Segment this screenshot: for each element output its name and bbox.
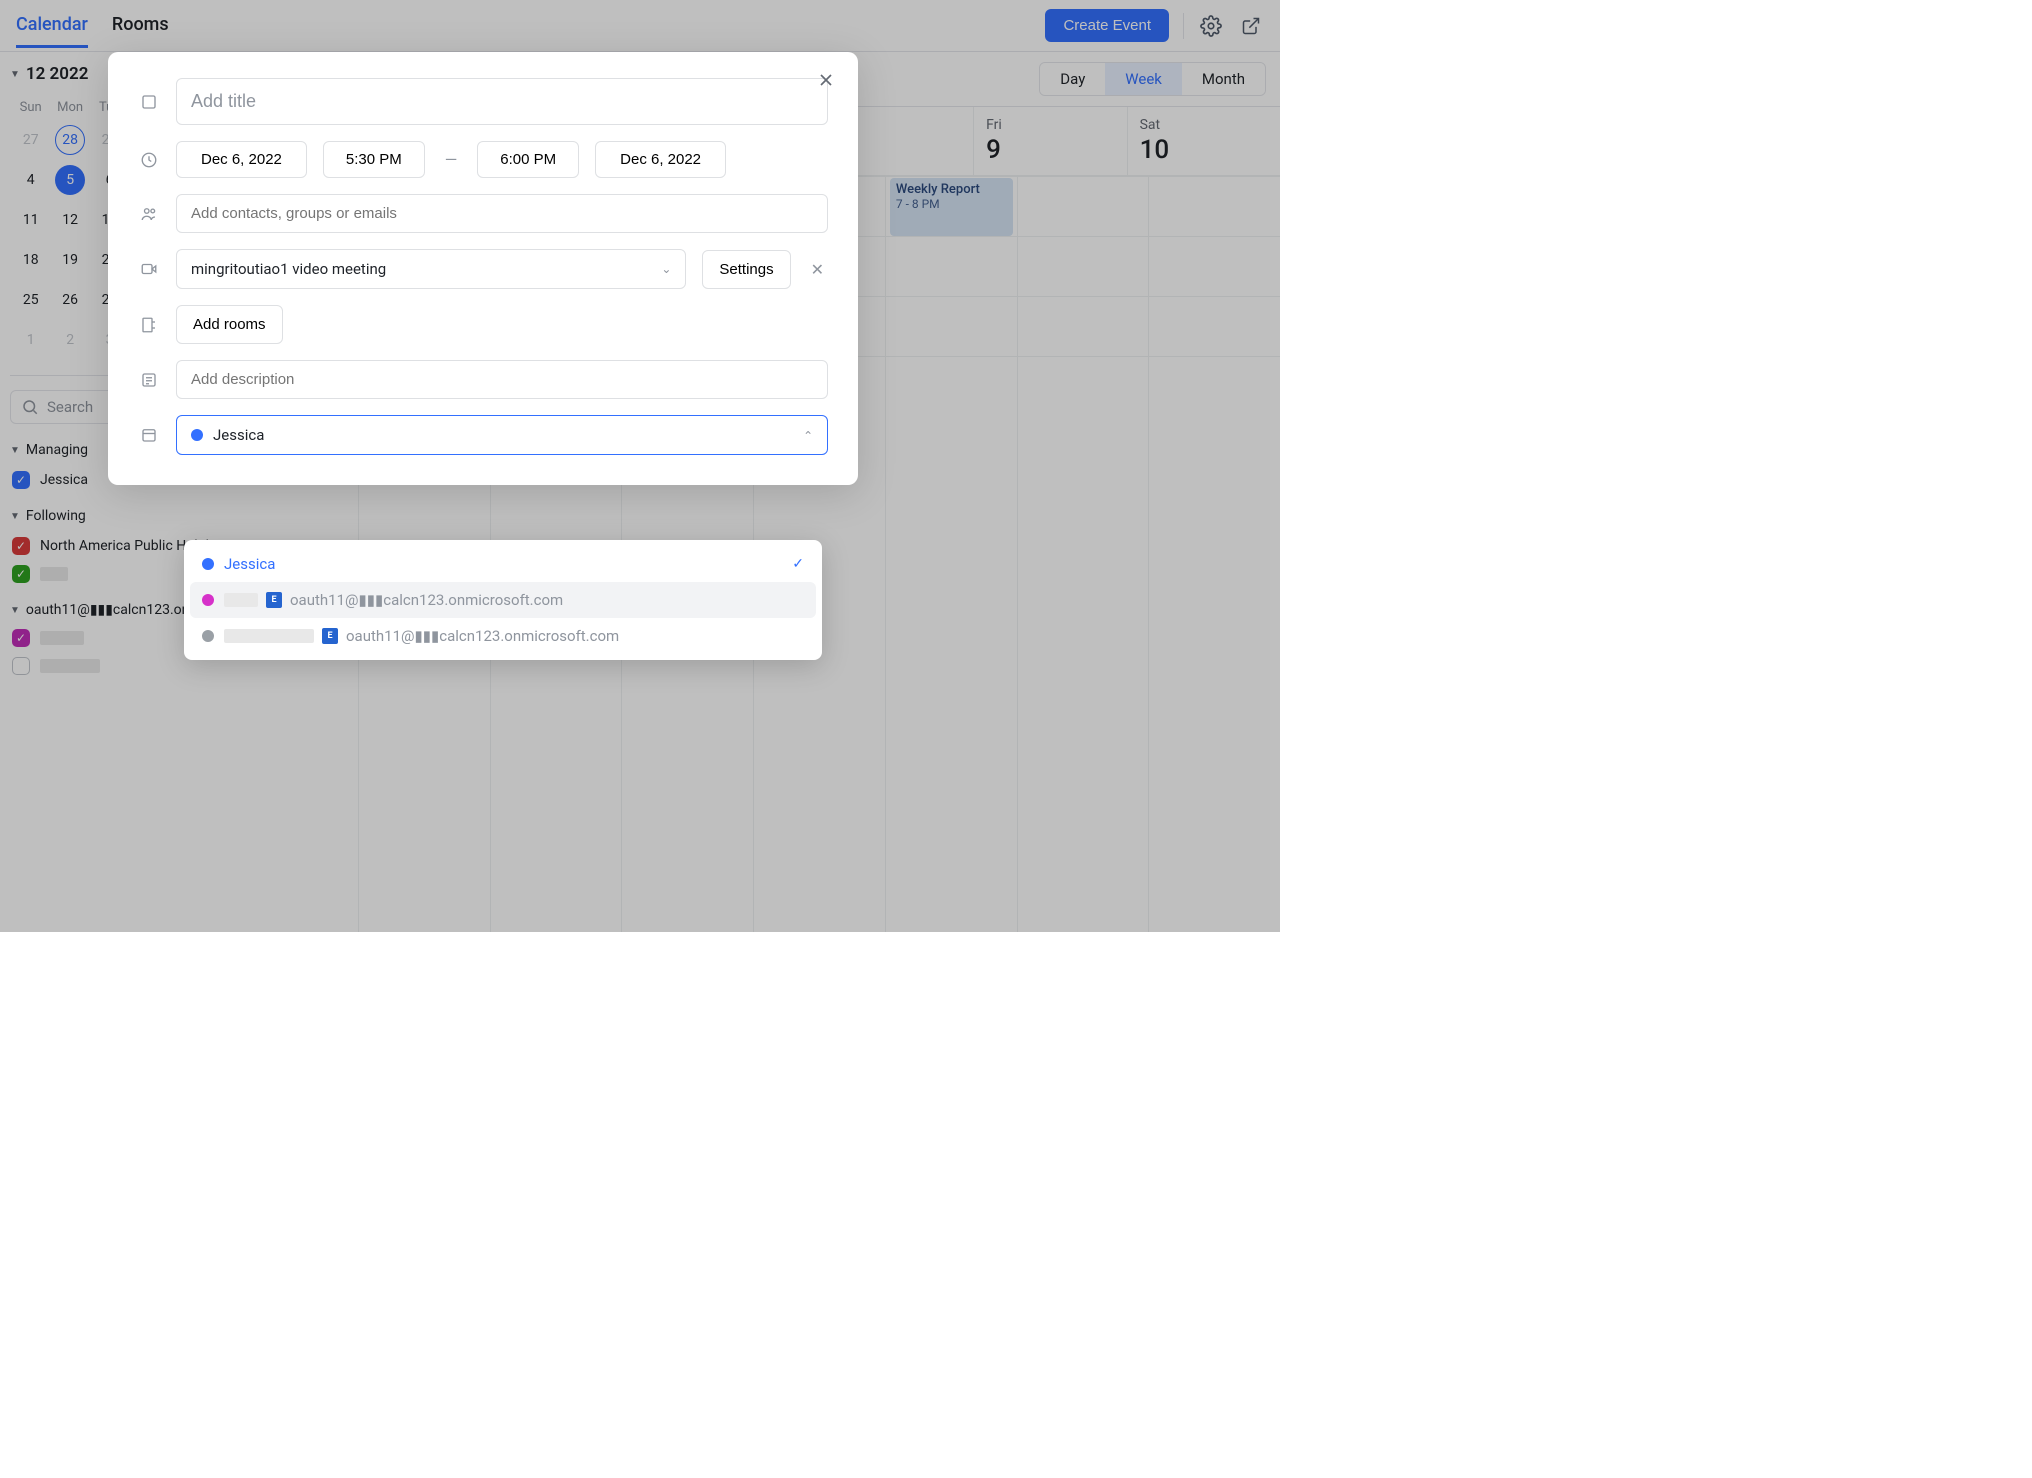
dropdown-option-exchange-1[interactable]: E oauth11@▮▮▮calcn123.onmicrosoft.com <box>190 582 816 618</box>
calendar-color-dot <box>191 429 203 441</box>
end-date-button[interactable]: Dec 6, 2022 <box>595 141 726 178</box>
remove-video-button[interactable]: ✕ <box>807 260 828 279</box>
chevron-down-icon: ⌄ <box>661 262 671 276</box>
calendar-dropdown: Jessica ✓ E oauth11@▮▮▮calcn123.onmicros… <box>184 540 822 660</box>
create-event-modal: Dec 6, 2022 5:30 PM — 6:00 PM Dec 6, 202… <box>108 52 858 485</box>
start-date-button[interactable]: Dec 6, 2022 <box>176 141 307 178</box>
dropdown-option-email: oauth11@▮▮▮calcn123.onmicrosoft.com <box>346 627 619 645</box>
video-settings-button[interactable]: Settings <box>702 250 790 289</box>
calendar-color-dot <box>202 630 214 642</box>
calendar-color-dot <box>202 558 214 570</box>
event-title-input[interactable] <box>176 78 828 125</box>
video-meeting-select[interactable]: mingritoutiao1 video meeting ⌄ <box>176 249 686 289</box>
description-input[interactable] <box>176 360 828 399</box>
chevron-up-icon: ⌄ <box>803 428 813 442</box>
video-icon <box>138 260 160 278</box>
calendar-select-value: Jessica <box>213 426 264 444</box>
end-time-button[interactable]: 6:00 PM <box>477 141 579 178</box>
redacted-label <box>224 593 258 607</box>
dropdown-option-label: Jessica <box>224 555 275 573</box>
calendar-color-dot <box>202 594 214 606</box>
dropdown-option-jessica[interactable]: Jessica ✓ <box>190 546 816 582</box>
exchange-badge-icon: E <box>322 628 338 644</box>
check-icon: ✓ <box>792 556 804 572</box>
rooms-icon <box>138 316 160 334</box>
add-rooms-button[interactable]: Add rooms <box>176 305 283 344</box>
redacted-label <box>224 629 314 643</box>
close-icon <box>816 70 836 90</box>
time-separator: — <box>441 150 462 169</box>
description-icon <box>138 371 160 389</box>
clock-icon <box>138 151 160 169</box>
calendar-select-icon <box>138 426 160 444</box>
people-icon <box>138 205 160 223</box>
video-meeting-value: mingritoutiao1 video meeting <box>191 260 386 278</box>
calendar-select[interactable]: Jessica ⌄ <box>176 415 828 455</box>
attendees-input[interactable] <box>176 194 828 233</box>
exchange-badge-icon: E <box>266 592 282 608</box>
dropdown-option-exchange-2[interactable]: E oauth11@▮▮▮calcn123.onmicrosoft.com <box>190 618 816 654</box>
title-icon <box>138 93 160 111</box>
start-time-button[interactable]: 5:30 PM <box>323 141 425 178</box>
close-button[interactable] <box>816 70 836 90</box>
dropdown-option-email: oauth11@▮▮▮calcn123.onmicrosoft.com <box>290 591 563 609</box>
